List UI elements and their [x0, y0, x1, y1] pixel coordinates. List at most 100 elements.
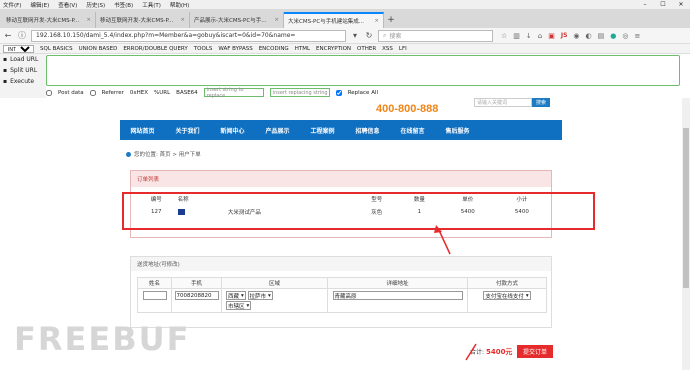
- close-tab-icon[interactable]: ×: [374, 18, 379, 24]
- hackbar-actions: ▪ Load URL ▪ Split URL ▪ Execute: [0, 54, 46, 98]
- hackbar-url-textarea[interactable]: [46, 55, 680, 86]
- menu-bookmarks[interactable]: 书签(B): [114, 1, 133, 9]
- close-tab-icon[interactable]: ×: [86, 17, 91, 23]
- nav-bar: ← ⓘ 192.168.10.150/dami_5.4/index.php?m=…: [0, 28, 690, 44]
- hackbar-html[interactable]: HTML: [295, 46, 310, 52]
- extension-icon[interactable]: ●: [610, 32, 616, 40]
- hotline-phone: 400-800-888: [376, 103, 439, 115]
- menu-history[interactable]: 历史(S): [86, 1, 105, 9]
- col-phone: 手机: [171, 277, 222, 289]
- reload-icon[interactable]: ↻: [364, 31, 374, 40]
- menu-tools[interactable]: 工具(T): [142, 1, 161, 9]
- browser-tab[interactable]: 移动互联网开发-大米CMS-P... ×: [2, 12, 96, 28]
- library-icon[interactable]: ▥: [513, 32, 520, 40]
- menu-icon[interactable]: ≡: [634, 32, 640, 40]
- hackbar-other[interactable]: OTHER: [357, 46, 376, 52]
- recipient-name-input[interactable]: [142, 291, 167, 300]
- info-icon[interactable]: ⓘ: [17, 30, 27, 41]
- hackbar-waf-bypass[interactable]: WAF BYPASS: [218, 46, 252, 52]
- hex-button[interactable]: 0xHEX: [130, 90, 148, 96]
- nav-item-home[interactable]: 网站首页: [120, 126, 165, 135]
- web-page: 400-800-888 请输入关键词 搜索 网站首页 关于我们 新闻中心 产品展…: [0, 98, 690, 370]
- extension-icon[interactable]: ▣: [548, 32, 555, 40]
- menu-edit[interactable]: 编辑(E): [30, 1, 49, 9]
- close-tab-icon[interactable]: ×: [274, 17, 279, 23]
- menu-help[interactable]: 帮助(H): [170, 1, 189, 9]
- nav-item-products[interactable]: 产品展示: [255, 126, 300, 135]
- js-icon[interactable]: JS: [561, 32, 568, 40]
- nav-item-news[interactable]: 新闻中心: [210, 126, 255, 135]
- hackbar-lfi[interactable]: LFI: [399, 46, 407, 52]
- site-search-input[interactable]: 请输入关键词: [474, 98, 532, 107]
- maximize-icon[interactable]: ☐: [654, 0, 672, 9]
- new-tab-icon[interactable]: +: [384, 12, 398, 28]
- tab-label: 移动互联网开发-大米CMS-P...: [6, 18, 80, 24]
- split-url-button[interactable]: ▪ Split URL: [0, 65, 46, 76]
- referrer-checkbox[interactable]: [89, 89, 96, 96]
- page-scrollbar[interactable]: [682, 98, 690, 370]
- url-encode-button[interactable]: %URL: [154, 90, 170, 96]
- main-nav: 网站首页 关于我们 新闻中心 产品展示 工程案例 招聘信息 在线留言 售后服务: [120, 120, 562, 140]
- hackbar-sql-basics[interactable]: SQL BASICS: [40, 46, 73, 52]
- nav-item-service[interactable]: 售后服务: [435, 126, 480, 135]
- close-window-icon[interactable]: ✕: [672, 0, 690, 9]
- extension-icon[interactable]: ▤: [598, 32, 605, 40]
- home-icon[interactable]: ⌂: [538, 32, 542, 40]
- nav-item-message[interactable]: 在线留言: [390, 126, 435, 135]
- extension-icon[interactable]: ◉: [573, 32, 579, 40]
- browser-tab[interactable]: 产品展示-大米CMS-PC与手... ×: [190, 12, 284, 28]
- base64-button[interactable]: BASE64: [176, 90, 198, 96]
- browser-tab[interactable]: 移动互联网开发-大米CMS-P... ×: [96, 12, 190, 28]
- site-search-button[interactable]: 搜索: [532, 98, 550, 107]
- browser-tab-active[interactable]: 大米CMS-PC与手机建站集成... ×: [284, 12, 384, 28]
- star-icon[interactable]: ☆: [501, 32, 507, 40]
- address-input[interactable]: 青藏高原: [332, 291, 463, 300]
- url-text: 192.168.10.150/dami_5.4/index.php?m=Memb…: [36, 32, 296, 39]
- extension-icon[interactable]: ◎: [622, 32, 628, 40]
- hackbar-error-double[interactable]: ERROR/DOUBLE QUERY: [123, 46, 187, 52]
- col-payment: 付款方式: [467, 277, 547, 289]
- city-value: 拉萨市: [249, 293, 267, 300]
- nav-item-about[interactable]: 关于我们: [165, 126, 210, 135]
- close-tab-icon[interactable]: ×: [180, 17, 185, 23]
- hackbar-union-based[interactable]: UNION BASED: [79, 46, 118, 52]
- scrollbar-thumb[interactable]: [683, 128, 689, 288]
- download-icon[interactable]: ↓: [526, 32, 532, 40]
- col-region: 区域: [221, 277, 328, 289]
- post-data-checkbox[interactable]: [46, 89, 52, 96]
- city-select[interactable]: 拉萨市 ▾: [247, 291, 273, 300]
- search-input[interactable]: ⌕ 搜索: [378, 29, 493, 42]
- district-select[interactable]: 市辖区 ▾: [226, 301, 252, 310]
- address-header-row: 姓名 手机 区域 详细地址 付款方式: [137, 277, 547, 289]
- hackbar-encoding[interactable]: ENCODING: [259, 46, 289, 52]
- region-cell: 西藏 ▾ 拉萨市 ▾ 市辖区 ▾: [221, 288, 328, 313]
- replace-all-checkbox[interactable]: [335, 89, 342, 96]
- execute-button[interactable]: ▪ Execute: [0, 76, 46, 87]
- submit-order-button[interactable]: 提交订单: [517, 345, 553, 358]
- find-input[interactable]: insert string to replace: [203, 87, 264, 99]
- hackbar-xss[interactable]: XSS: [382, 46, 393, 52]
- payment-select[interactable]: 支付宝在线支付 ▾: [483, 291, 531, 300]
- dropdown-icon[interactable]: ▾: [350, 31, 360, 40]
- menu-file[interactable]: 文件(F): [3, 1, 21, 9]
- chevron-down-icon: ▾: [268, 292, 271, 299]
- url-bar[interactable]: 192.168.10.150/dami_5.4/index.php?m=Memb…: [31, 29, 346, 42]
- nav-item-cases[interactable]: 工程案例: [300, 126, 345, 135]
- hackbar-tools[interactable]: TOOLS: [194, 46, 213, 52]
- hackbar-encryption[interactable]: ENCRYPTION: [316, 46, 351, 52]
- province-value: 西藏: [228, 293, 240, 300]
- split-url-label: Split URL: [10, 67, 38, 74]
- province-select[interactable]: 西藏 ▾: [226, 291, 246, 300]
- phone-input[interactable]: 7008208820: [174, 291, 219, 300]
- minimize-icon[interactable]: –: [636, 0, 654, 9]
- load-url-button[interactable]: ▪ Load URL: [0, 54, 46, 65]
- nav-item-jobs[interactable]: 招聘信息: [345, 126, 390, 135]
- back-icon[interactable]: ←: [3, 31, 13, 40]
- chevron-down-icon: ▾: [525, 292, 529, 299]
- int-select[interactable]: INT: [3, 44, 34, 53]
- execute-icon: ▪: [3, 78, 8, 85]
- menu-view[interactable]: 查看(V): [58, 1, 77, 9]
- extension-icon[interactable]: ◐: [586, 32, 592, 40]
- split-icon: ▪: [3, 67, 8, 74]
- replace-input[interactable]: insert replacing string: [269, 88, 330, 97]
